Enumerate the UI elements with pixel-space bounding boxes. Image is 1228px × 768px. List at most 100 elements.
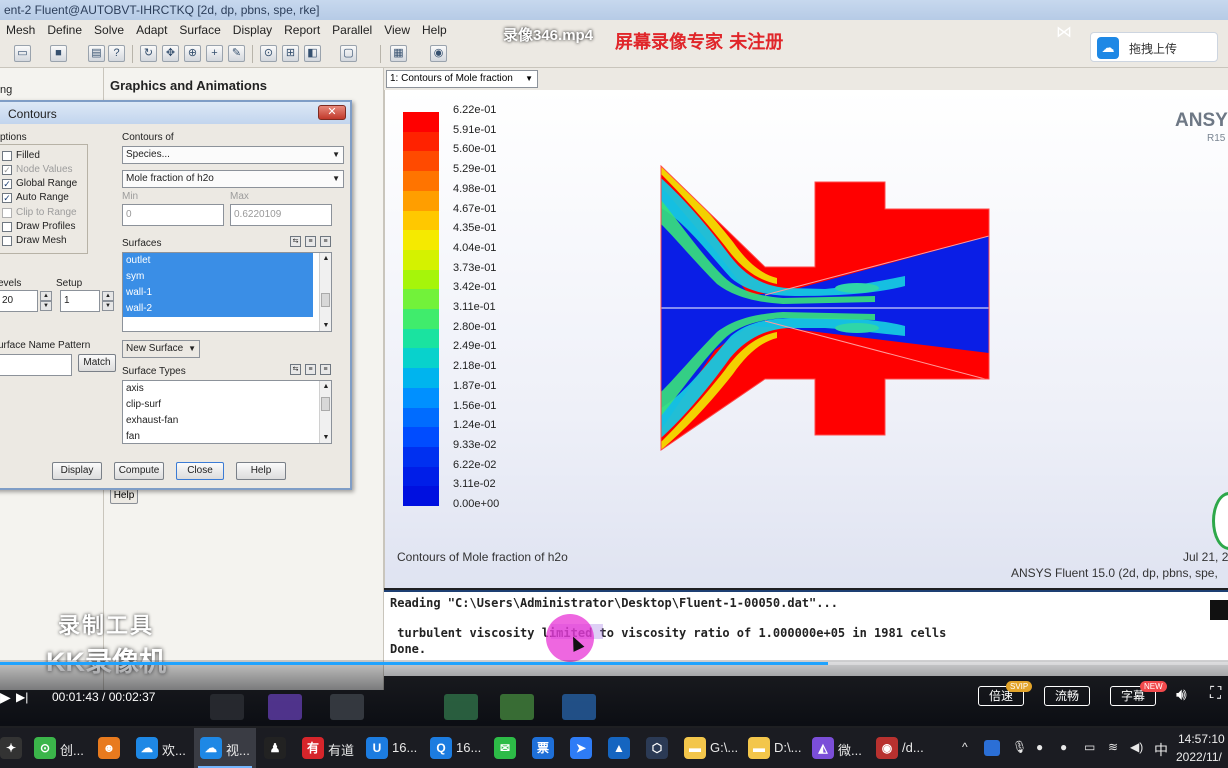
contours-variable-dropdown[interactable]: Mole fraction of h2o ▼ <box>122 170 344 188</box>
surface-pattern-field[interactable] <box>0 354 72 376</box>
surfaces-scrollbar[interactable]: ▲ ▼ <box>319 253 331 331</box>
scroll-up-icon[interactable]: ▲ <box>320 255 331 262</box>
deselect-types-icon[interactable]: ≡ <box>305 364 316 375</box>
tray-app-icon[interactable] <box>984 740 1000 756</box>
taskbar-app[interactable]: 票 <box>526 728 562 768</box>
taskbar-app[interactable]: ⊙ 创... <box>28 728 90 768</box>
new-surface-dropdown[interactable]: New Surface ▼ <box>122 340 200 358</box>
contours-category-dropdown[interactable]: Species... ▼ <box>122 146 344 164</box>
draw-mesh-checkbox[interactable] <box>2 236 12 246</box>
deselect-icon[interactable]: ≡ <box>305 236 316 247</box>
max-field[interactable]: 0.6220109 <box>230 204 332 226</box>
menu-adapt[interactable]: Adapt <box>130 20 173 40</box>
quality-button[interactable]: 流畅 <box>1044 686 1090 706</box>
taskbar-app[interactable]: ▬ D:\... <box>742 728 804 768</box>
play-icon[interactable]: ▶ <box>0 689 11 706</box>
scroll-down-icon[interactable]: ▼ <box>320 434 331 441</box>
task-help-button[interactable]: Help <box>110 488 138 504</box>
close-icon[interactable]: ✕ <box>318 105 346 120</box>
match-button[interactable]: Match <box>78 354 116 372</box>
qq-tray-icon[interactable]: ● <box>1036 740 1043 754</box>
node-values-checkbox[interactable]: ✓ <box>2 165 12 175</box>
layout-icon[interactable]: ▢ <box>340 45 357 62</box>
close-button[interactable]: Close <box>176 462 224 480</box>
draw-profiles-checkbox[interactable] <box>2 222 12 232</box>
min-field[interactable]: 0 <box>122 204 224 226</box>
menu-help[interactable]: Help <box>416 20 453 40</box>
menu-display[interactable]: Display <box>227 20 278 40</box>
surface-type-fan[interactable]: fan <box>123 429 331 443</box>
scroll-down-icon[interactable]: ▼ <box>320 322 331 329</box>
clock-date[interactable]: 2022/11/ <box>1176 750 1222 764</box>
camera-icon[interactable]: ◉ <box>430 45 447 62</box>
taskbar-app[interactable]: ♟ <box>258 728 294 768</box>
surface-types-scrollbar[interactable]: ▲ ▼ <box>319 381 331 443</box>
wifi-icon[interactable]: ≋ <box>1108 740 1118 754</box>
levels-up-icon[interactable]: ▲ <box>40 291 52 301</box>
graphics-window-select[interactable]: 1: Contours of Mole fraction ▼ <box>386 70 538 88</box>
taskbar-app[interactable]: ▲ <box>602 728 638 768</box>
taskbar-app[interactable]: ☁ 欢... <box>130 728 192 768</box>
taskbar-app[interactable]: 有有道 <box>296 728 358 768</box>
levels-field[interactable]: 20 <box>0 290 38 312</box>
ime-indicator[interactable]: 中 <box>1154 740 1168 760</box>
info-icon[interactable]: ? <box>108 45 125 62</box>
menu-view[interactable]: View <box>378 20 416 40</box>
filled-checkbox[interactable] <box>2 151 12 161</box>
setup-up-icon[interactable]: ▲ <box>102 291 114 301</box>
setup-down-icon[interactable]: ▼ <box>102 301 114 311</box>
menu-mesh[interactable]: Mesh <box>0 20 41 40</box>
scroll-thumb[interactable] <box>321 293 330 307</box>
taskbar-app[interactable]: ⬡ <box>640 728 676 768</box>
rotate-icon[interactable]: ↻ <box>140 45 157 62</box>
fullscreen-icon[interactable]: ⛶ <box>1210 685 1221 703</box>
dialog-title-bar[interactable]: Contours ✕ <box>0 102 350 124</box>
fit-icon[interactable]: ⊙ <box>260 45 277 62</box>
navigation-item[interactable]: ng <box>0 84 12 96</box>
battery-icon[interactable]: ▭ <box>1084 740 1095 754</box>
zoom-icon[interactable]: ⊕ <box>184 45 201 62</box>
auto-range-checkbox[interactable]: ✓ <box>2 193 12 203</box>
upload-button[interactable]: ☁ 拖拽上传 <box>1090 32 1218 62</box>
surface-type-clip-surf[interactable]: clip-surf <box>123 397 331 413</box>
menu-surface[interactable]: Surface <box>173 20 226 40</box>
global-range-checkbox[interactable]: ✓ <box>2 179 12 189</box>
progress-fill[interactable] <box>0 662 828 665</box>
surface-item-wall-2[interactable]: wall-2 <box>123 301 313 317</box>
next-icon[interactable]: ▶| <box>16 690 28 704</box>
help-button[interactable]: Help <box>236 462 286 480</box>
surface-types-list[interactable]: axis clip-surf exhaust-fan fan ▲ ▼ <box>122 380 332 444</box>
filter-icon[interactable]: ≡ <box>320 236 331 247</box>
setup-field[interactable]: 1 <box>60 290 100 312</box>
share-icon[interactable]: ⋈ <box>1056 22 1072 42</box>
open-icon[interactable]: ▭ <box>14 45 31 62</box>
volume-icon[interactable]: 🔊︎ <box>1176 685 1187 705</box>
mesh-icon[interactable]: ▦ <box>390 45 407 62</box>
clock-time[interactable]: 14:57:10 <box>1178 732 1225 746</box>
zoom-box-icon[interactable]: ⊞ <box>282 45 299 62</box>
filter-types-icon[interactable]: ≡ <box>320 364 331 375</box>
menu-solve[interactable]: Solve <box>88 20 130 40</box>
surface-item-outlet[interactable]: outlet <box>123 253 313 269</box>
probe-icon[interactable]: ✎ <box>228 45 245 62</box>
taskbar-app[interactable]: Q 16... <box>424 728 486 768</box>
zoom-in-icon[interactable]: + <box>206 45 223 62</box>
microphone-icon[interactable]: 🎙︎ <box>1012 740 1027 754</box>
tray-chevron-icon[interactable]: ^ <box>962 740 968 754</box>
clip-to-range-checkbox[interactable] <box>2 208 12 218</box>
taskbar-app[interactable]: ☻ <box>92 728 128 768</box>
taskbar-app[interactable]: ◉ /d... <box>870 728 932 768</box>
qq-tray-icon[interactable]: ● <box>1060 740 1067 754</box>
view-icon[interactable]: ◧ <box>304 45 321 62</box>
print-icon[interactable]: ▤ <box>88 45 105 62</box>
levels-down-icon[interactable]: ▼ <box>40 301 52 311</box>
select-all-icon[interactable]: ⇆ <box>290 236 301 247</box>
start-icon[interactable]: ✦ <box>0 728 24 768</box>
taskbar-app[interactable]: ➤ <box>564 728 600 768</box>
display-button[interactable]: Display <box>52 462 102 480</box>
save-icon[interactable]: ■ <box>50 45 67 62</box>
menu-report[interactable]: Report <box>278 20 326 40</box>
console-scroll-block[interactable] <box>1210 600 1228 620</box>
compute-button[interactable]: Compute <box>114 462 164 480</box>
taskbar-app[interactable]: ▬ G:\... <box>678 728 740 768</box>
